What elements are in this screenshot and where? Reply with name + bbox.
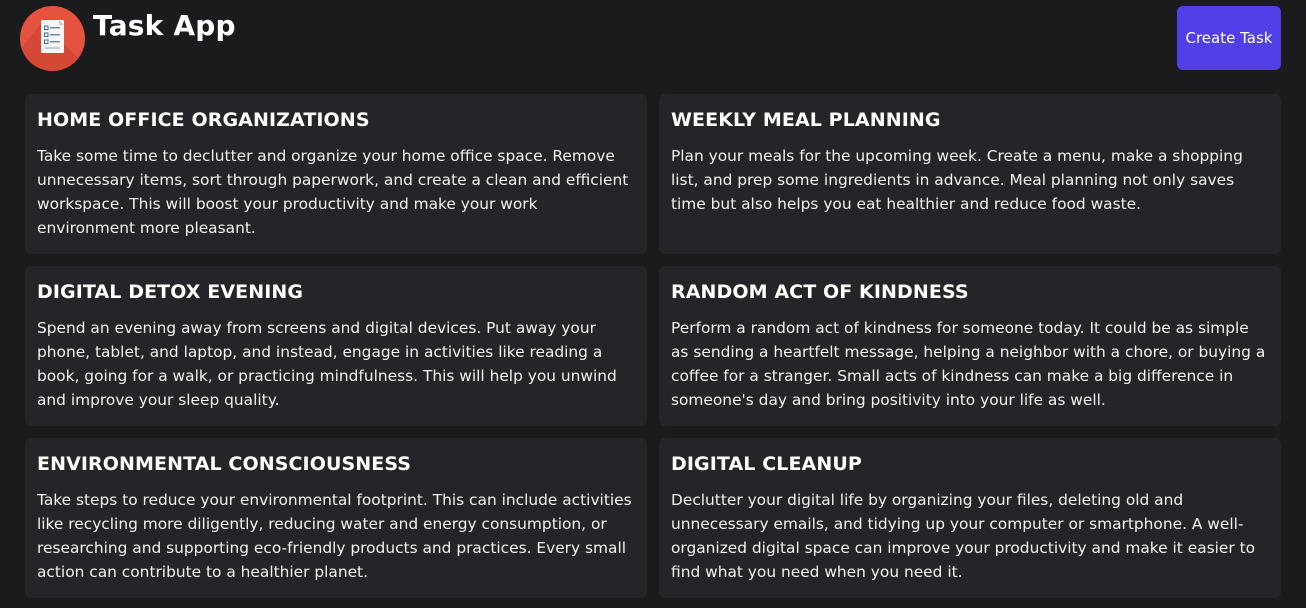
task-card[interactable]: WEEKLY MEAL PLANNING Plan your meals for…: [659, 94, 1281, 254]
task-description: Plan your meals for the upcoming week. C…: [671, 147, 1243, 213]
task-card[interactable]: DIGITAL DETOX EVENING Spend an evening a…: [25, 266, 647, 426]
task-title: HOME OFFICE ORGANIZATIONS: [37, 109, 370, 131]
task-grid: HOME OFFICE ORGANIZATIONS Take some time…: [25, 94, 1281, 598]
task-card[interactable]: HOME OFFICE ORGANIZATIONS Take some time…: [25, 94, 647, 254]
app-title: Task App: [93, 9, 236, 42]
task-title: ENVIRONMENTAL CONSCIOUSNESS: [37, 453, 412, 475]
task-description: Perform a random act of kindness for som…: [671, 319, 1266, 409]
task-description: Declutter your digital life by organizin…: [671, 491, 1256, 581]
task-description: Take some time to declutter and organize…: [37, 147, 629, 237]
task-description: Take steps to reduce your environmental …: [37, 491, 632, 581]
task-card[interactable]: DIGITAL CLEANUP Declutter your digital l…: [659, 438, 1281, 598]
task-description: Spend an evening away from screens and d…: [37, 319, 617, 409]
task-list-icon: [20, 6, 85, 71]
task-title: DIGITAL CLEANUP: [671, 453, 862, 475]
task-title: WEEKLY MEAL PLANNING: [671, 109, 941, 131]
task-card[interactable]: ENVIRONMENTAL CONSCIOUSNESS Take steps t…: [25, 438, 647, 598]
task-title: RANDOM ACT OF KINDNESS: [671, 281, 969, 303]
task-card[interactable]: RANDOM ACT OF KINDNESS Perform a random …: [659, 266, 1281, 426]
create-task-button[interactable]: Create Task: [1177, 6, 1281, 70]
task-title: DIGITAL DETOX EVENING: [37, 281, 304, 303]
app-header: Task App Create Task: [0, 0, 1306, 86]
